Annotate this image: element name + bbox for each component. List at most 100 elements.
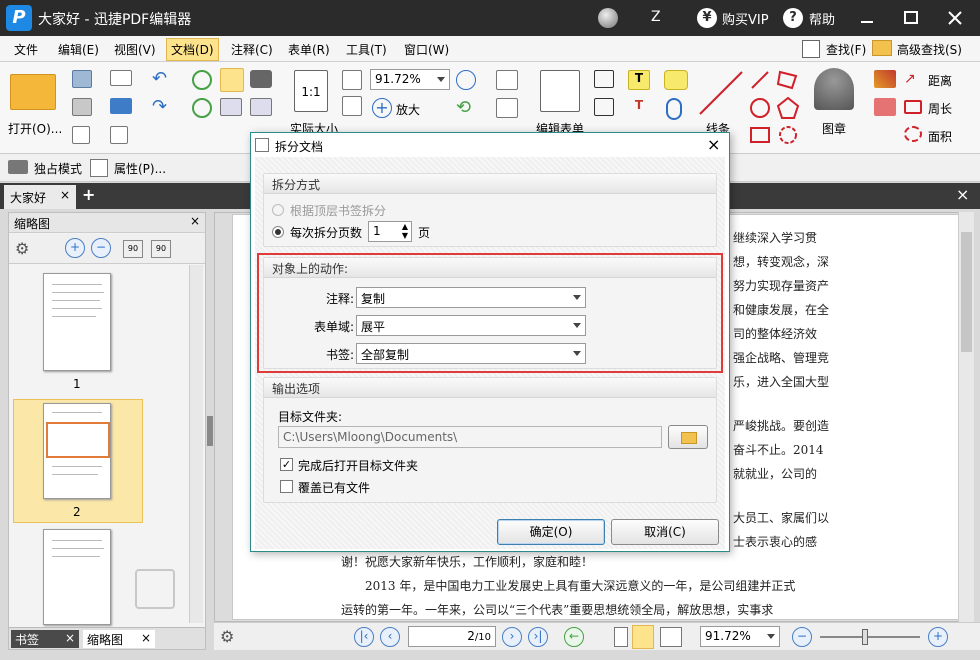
document-scrollbar-thumb[interactable] [961, 232, 972, 352]
zoom-in-button[interactable]: 放大 [396, 101, 420, 118]
exclusive-mode-icon[interactable] [8, 160, 28, 174]
browse-folder-button[interactable] [668, 425, 708, 449]
edit-form-icon[interactable] [540, 70, 580, 112]
advanced-find-icon[interactable] [872, 40, 892, 56]
stamp-button[interactable]: 图章 [822, 120, 846, 137]
close-all-tabs-icon[interactable]: × [956, 186, 974, 204]
strikeout-icon[interactable]: T [628, 98, 650, 118]
thumbnail-zoom-in-icon[interactable]: + [65, 238, 85, 258]
find-icon[interactable] [802, 40, 820, 58]
document-scrollbar[interactable] [958, 212, 974, 622]
export-icon[interactable] [72, 126, 90, 144]
ok-button[interactable]: 确定(O) [497, 519, 605, 545]
cancel-button[interactable]: 取消(C) [611, 519, 719, 545]
last-page-icon[interactable]: ›| [528, 627, 548, 647]
back-icon[interactable] [192, 70, 212, 90]
open-folder-icon[interactable] [10, 74, 56, 110]
scan-icon[interactable] [110, 98, 132, 114]
zoom-out-icon[interactable]: − [792, 627, 812, 647]
split-by-bookmark-radio[interactable] [272, 204, 284, 216]
perimeter-button[interactable]: 周长 [928, 100, 952, 117]
bookmarks-tab[interactable]: 书签 × [11, 630, 79, 648]
stamp-icon[interactable] [814, 68, 854, 110]
snapshot-icon[interactable] [250, 70, 272, 88]
menu-view[interactable]: 视图(V) [114, 41, 156, 58]
select-text-icon[interactable] [220, 98, 242, 116]
area-icon[interactable] [904, 126, 922, 142]
menu-document[interactable]: 文档(D) [166, 38, 219, 61]
next-page-icon[interactable]: › [502, 627, 522, 647]
new-document-icon[interactable] [110, 126, 128, 144]
fit-page-icon[interactable] [342, 70, 362, 90]
distance-button[interactable]: 距离 [928, 72, 952, 89]
menu-form[interactable]: 表单(R) [288, 41, 330, 58]
zoom-select[interactable]: 91.72% [370, 69, 450, 90]
continuous-page-icon[interactable] [632, 625, 654, 649]
stepper-arrows-icon[interactable]: ▲ ▼ [402, 222, 408, 240]
help-icon[interactable]: ? [783, 8, 803, 28]
zoom-slider-track[interactable] [820, 636, 920, 638]
page-thumbnail-3[interactable] [43, 529, 111, 625]
previous-page-icon[interactable]: ‹ [380, 627, 400, 647]
email-icon[interactable] [110, 70, 132, 86]
typewriter-icon[interactable]: T [628, 70, 650, 90]
dialog-close-icon[interactable]: × [707, 135, 720, 154]
perimeter-icon[interactable] [904, 100, 922, 114]
redo-icon[interactable]: ↷ [152, 98, 174, 116]
document-tab[interactable]: 大家好 × [4, 185, 76, 209]
thumbnail-scrollbar[interactable] [189, 265, 203, 623]
previous-view-icon[interactable]: ← [564, 627, 584, 647]
minimize-button[interactable] [856, 8, 878, 28]
page-number-input[interactable]: 2/10 [408, 626, 496, 647]
menu-tools[interactable]: 工具(T) [346, 41, 387, 58]
vip-yen-icon[interactable]: ¥ [697, 8, 717, 28]
buy-vip-link[interactable]: 购买VIP [722, 9, 769, 28]
first-page-icon[interactable]: |‹ [354, 627, 374, 647]
close-window-button[interactable] [944, 8, 966, 28]
rotate-left-90-icon[interactable]: 90 [123, 240, 143, 258]
text-field-icon[interactable] [594, 70, 614, 88]
help-link[interactable]: 帮助 [809, 9, 835, 28]
user-avatar[interactable]: Z [651, 9, 661, 25]
hand-tool-icon[interactable] [220, 68, 244, 92]
pages-per-split-stepper[interactable]: 1 ▲ ▼ [368, 221, 412, 242]
overwrite-files-checkbox[interactable] [280, 480, 293, 493]
panel-collapse-handle[interactable] [207, 416, 213, 446]
pencil-icon[interactable] [874, 70, 896, 88]
crop-icon[interactable] [496, 70, 518, 90]
page-thumbnail-2[interactable] [43, 403, 111, 499]
viewport-indicator[interactable] [46, 422, 110, 458]
close-bookmarks-tab-icon[interactable]: × [65, 631, 75, 645]
thumbnails-tab[interactable]: 缩略图 × [83, 630, 155, 648]
split-by-pages-radio[interactable] [272, 226, 284, 238]
rotate-icon[interactable]: ⟲ [456, 98, 476, 118]
line-tool-icon[interactable] [696, 68, 746, 118]
actual-size-icon[interactable]: 1:1 [294, 70, 328, 112]
target-folder-input[interactable]: C:\Users\Mloong\Documents\ [278, 426, 662, 448]
open-folder-after-checkbox[interactable]: ✓ [280, 458, 293, 471]
forward-icon[interactable] [192, 98, 212, 118]
close-tab-icon[interactable]: × [60, 188, 70, 202]
properties-icon[interactable] [90, 159, 108, 177]
close-panel-icon[interactable]: × [190, 214, 200, 228]
properties-button[interactable]: 属性(P)... [114, 160, 166, 177]
area-button[interactable]: 面积 [928, 128, 952, 145]
advanced-find-button[interactable]: 高级查找(S) [897, 41, 962, 58]
theme-moon-icon[interactable] [598, 8, 618, 28]
statusbar-settings-gear-icon[interactable]: ⚙ [220, 627, 240, 647]
single-page-icon[interactable] [614, 627, 628, 647]
insert-text-icon[interactable] [496, 98, 518, 118]
zoom-plus-icon[interactable]: + [928, 627, 948, 647]
two-pages-icon[interactable] [660, 627, 682, 647]
zoom-slider-thumb[interactable] [862, 629, 868, 645]
new-tab-icon[interactable]: + [82, 186, 100, 204]
find-button[interactable]: 查找(F) [826, 41, 866, 58]
fit-width-icon[interactable] [342, 96, 362, 116]
panel-settings-gear-icon[interactable]: ⚙ [15, 240, 33, 258]
distance-icon[interactable]: ↗ [904, 72, 922, 86]
status-zoom-select[interactable]: 91.72% [700, 626, 780, 647]
exclusive-mode-button[interactable]: 独占模式 [34, 160, 82, 177]
print-icon[interactable] [72, 98, 92, 116]
text-box-icon[interactable] [594, 98, 614, 116]
save-icon[interactable] [72, 70, 92, 88]
